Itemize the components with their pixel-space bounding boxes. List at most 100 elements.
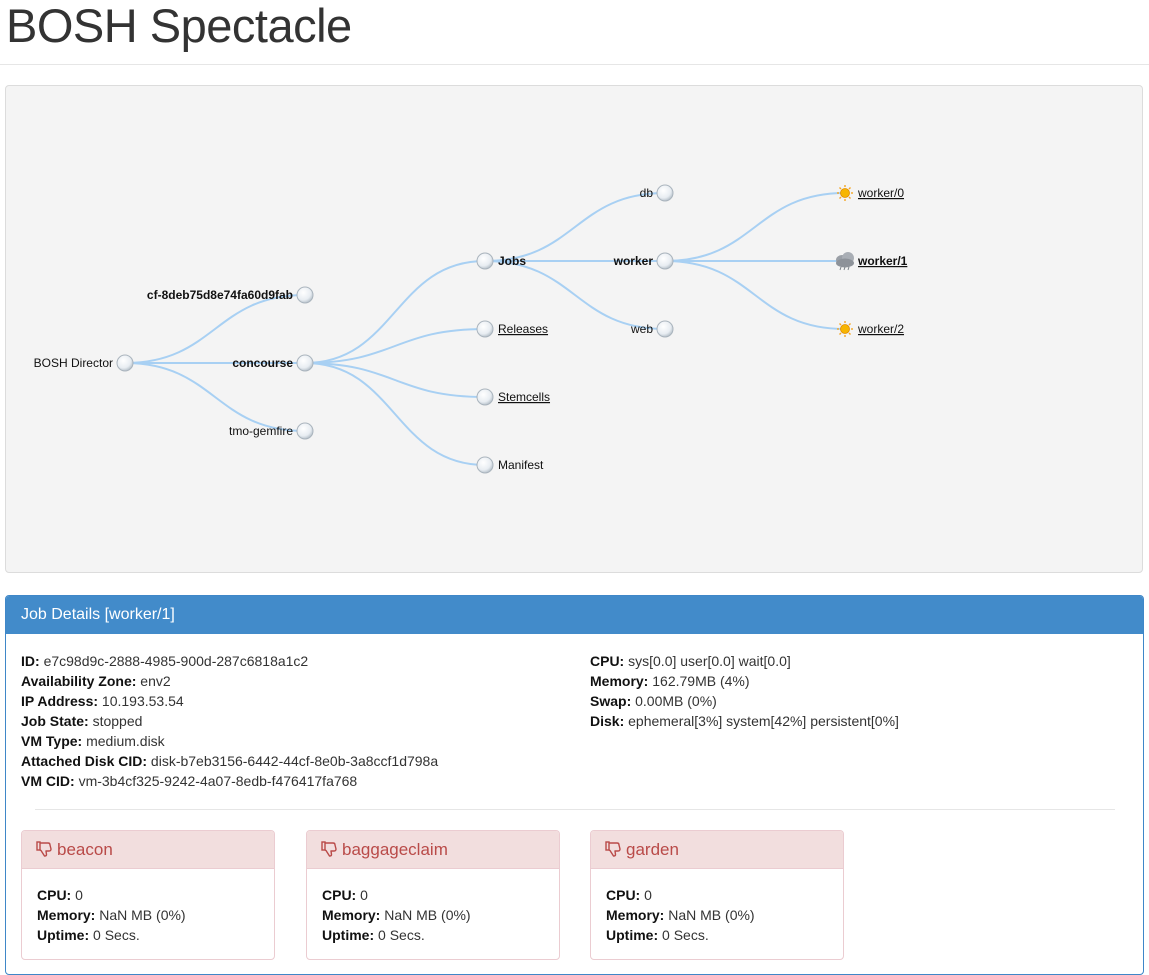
process-card-garden: garden CPU: 0 Memory: NaN MB (0%) Uptime… xyxy=(590,830,844,960)
link-director-tmo xyxy=(124,362,306,432)
process-label: CPU: xyxy=(606,887,641,903)
thumbs-down-icon xyxy=(321,840,337,857)
detail-label: Availability Zone: xyxy=(21,673,137,689)
node-orb-icon xyxy=(476,252,494,270)
node-bosh-director[interactable]: BOSH Director xyxy=(34,354,134,372)
thumbs-down-icon xyxy=(36,840,52,857)
details-divider xyxy=(35,809,1115,810)
process-card-body: CPU: 0 Memory: NaN MB (0%) Uptime: 0 Sec… xyxy=(307,869,559,945)
job-details-left: ID: e7c98d9c-2888-4985-900d-287c6818a1c2… xyxy=(21,651,438,791)
node-deployment-cf[interactable]: cf-8deb75d8e74fa60d9fab xyxy=(147,286,314,304)
node-releases[interactable]: Releases xyxy=(476,320,548,338)
node-label: worker/0 xyxy=(857,186,904,200)
process-label: CPU: xyxy=(37,887,72,903)
job-details-panel: Job Details [worker/1] ID: e7c98d9c-2888… xyxy=(5,595,1144,975)
process-card-beacon: beacon CPU: 0 Memory: NaN MB (0%) Uptime… xyxy=(21,830,275,960)
detail-row-vm-type: VM Type: medium.disk xyxy=(21,731,438,751)
process-card-header[interactable]: beacon xyxy=(22,831,274,869)
process-uptime: 0 Secs. xyxy=(93,927,140,943)
detail-label: VM CID: xyxy=(21,773,75,789)
node-orb-icon xyxy=(476,320,494,338)
detail-label: Disk: xyxy=(590,713,625,729)
process-uptime: 0 Secs. xyxy=(662,927,709,943)
job-details-heading: Job Details [worker/1] xyxy=(6,596,1143,634)
link-worker-0 xyxy=(664,192,846,262)
process-uptime: 0 Secs. xyxy=(378,927,425,943)
storm-cloud-icon xyxy=(836,252,854,271)
node-deployment-concourse[interactable]: concourse xyxy=(232,354,314,372)
thumbs-down-icon xyxy=(605,840,621,857)
process-label: Memory: xyxy=(606,907,665,923)
detail-label: Job State: xyxy=(21,713,89,729)
process-name: garden xyxy=(626,840,679,859)
detail-label: Swap: xyxy=(590,693,632,709)
node-orb-icon xyxy=(296,354,314,372)
node-label: worker/2 xyxy=(857,322,904,336)
node-instance-worker-1[interactable]: worker/1 xyxy=(836,252,908,271)
detail-row-id: ID: e7c98d9c-2888-4985-900d-287c6818a1c2 xyxy=(21,651,438,671)
node-deployment-tmo-gemfire[interactable]: tmo-gemfire xyxy=(229,422,314,440)
node-label: cf-8deb75d8e74fa60d9fab xyxy=(147,288,293,302)
node-label: db xyxy=(640,186,654,200)
detail-value: env2 xyxy=(140,673,171,689)
node-manifest[interactable]: Manifest xyxy=(476,456,544,474)
process-cpu: 0 xyxy=(644,887,652,903)
node-stemcells[interactable]: Stemcells xyxy=(476,388,550,406)
node-jobs[interactable]: Jobs xyxy=(476,252,526,270)
node-job-web[interactable]: web xyxy=(630,320,674,338)
detail-value: vm-3b4cf325-9242-4a07-8edb-f476417fa768 xyxy=(78,773,358,789)
detail-value: medium.disk xyxy=(86,733,165,749)
detail-label: ID: xyxy=(21,653,40,669)
detail-row-disk-cid: Attached Disk CID: disk-b7eb3156-6442-44… xyxy=(21,751,438,771)
link-concourse-manifest xyxy=(304,362,486,466)
node-instance-worker-0[interactable]: worker/0 xyxy=(837,185,904,201)
process-memory: NaN MB (0%) xyxy=(668,907,755,923)
process-memory: NaN MB (0%) xyxy=(384,907,471,923)
node-orb-icon xyxy=(476,388,494,406)
title-divider xyxy=(0,64,1149,65)
detail-row-vm-cid: VM CID: vm-3b4cf325-9242-4a07-8edb-f4764… xyxy=(21,771,438,791)
detail-value: e7c98d9c-2888-4985-900d-287c6818a1c2 xyxy=(43,653,309,669)
deployment-tree-panel: BOSH Director cf-8deb75d8e74fa60d9fab co… xyxy=(5,85,1143,573)
process-label: Uptime: xyxy=(606,927,659,943)
detail-row-disk: Disk: ephemeral[3%] system[42%] persiste… xyxy=(590,711,899,731)
node-label: Releases xyxy=(498,322,548,336)
detail-row-az: Availability Zone: env2 xyxy=(21,671,438,691)
process-card-header[interactable]: garden xyxy=(591,831,843,869)
link-jobs-db xyxy=(484,192,666,262)
detail-row-ip: IP Address: 10.193.53.54 xyxy=(21,691,438,711)
node-instance-worker-2[interactable]: worker/2 xyxy=(837,321,904,337)
process-card-body: CPU: 0 Memory: NaN MB (0%) Uptime: 0 Sec… xyxy=(591,869,843,945)
process-name: baggageclaim xyxy=(342,840,448,859)
detail-label: CPU: xyxy=(590,653,625,669)
node-label: web xyxy=(630,322,653,336)
node-label: concourse xyxy=(232,356,293,370)
node-label: worker/1 xyxy=(857,254,908,268)
node-orb-icon xyxy=(116,354,134,372)
node-orb-icon xyxy=(476,456,494,474)
link-concourse-stemcells xyxy=(304,362,486,398)
process-label: CPU: xyxy=(322,887,357,903)
link-worker-2 xyxy=(664,260,846,330)
node-label: Stemcells xyxy=(498,390,550,404)
detail-row-state: Job State: stopped xyxy=(21,711,438,731)
detail-value: disk-b7eb3156-6442-44cf-8e0b-3a8ccf1d798… xyxy=(150,753,439,769)
process-card-header[interactable]: baggageclaim xyxy=(307,831,559,869)
job-details-right: CPU: sys[0.0] user[0.0] wait[0.0] Memory… xyxy=(590,651,899,731)
process-label: Uptime: xyxy=(322,927,375,943)
detail-value: 10.193.53.54 xyxy=(101,693,184,709)
process-label: Memory: xyxy=(37,907,96,923)
page-title: BOSH Spectacle xyxy=(6,0,352,52)
node-label: worker xyxy=(613,254,654,268)
detail-row-memory: Memory: 162.79MB (4%) xyxy=(590,671,899,691)
link-concourse-releases xyxy=(304,328,486,364)
deployment-tree: BOSH Director cf-8deb75d8e74fa60d9fab co… xyxy=(34,184,908,474)
process-name: beacon xyxy=(57,840,113,859)
detail-label: Memory: xyxy=(590,673,649,689)
process-card-body: CPU: 0 Memory: NaN MB (0%) Uptime: 0 Sec… xyxy=(22,869,274,945)
detail-value: ephemeral[3%] system[42%] persistent[0%] xyxy=(628,713,899,729)
node-job-worker[interactable]: worker xyxy=(613,252,674,270)
process-memory: NaN MB (0%) xyxy=(99,907,186,923)
process-card-baggageclaim: baggageclaim CPU: 0 Memory: NaN MB (0%) … xyxy=(306,830,560,960)
detail-value: stopped xyxy=(92,713,143,729)
